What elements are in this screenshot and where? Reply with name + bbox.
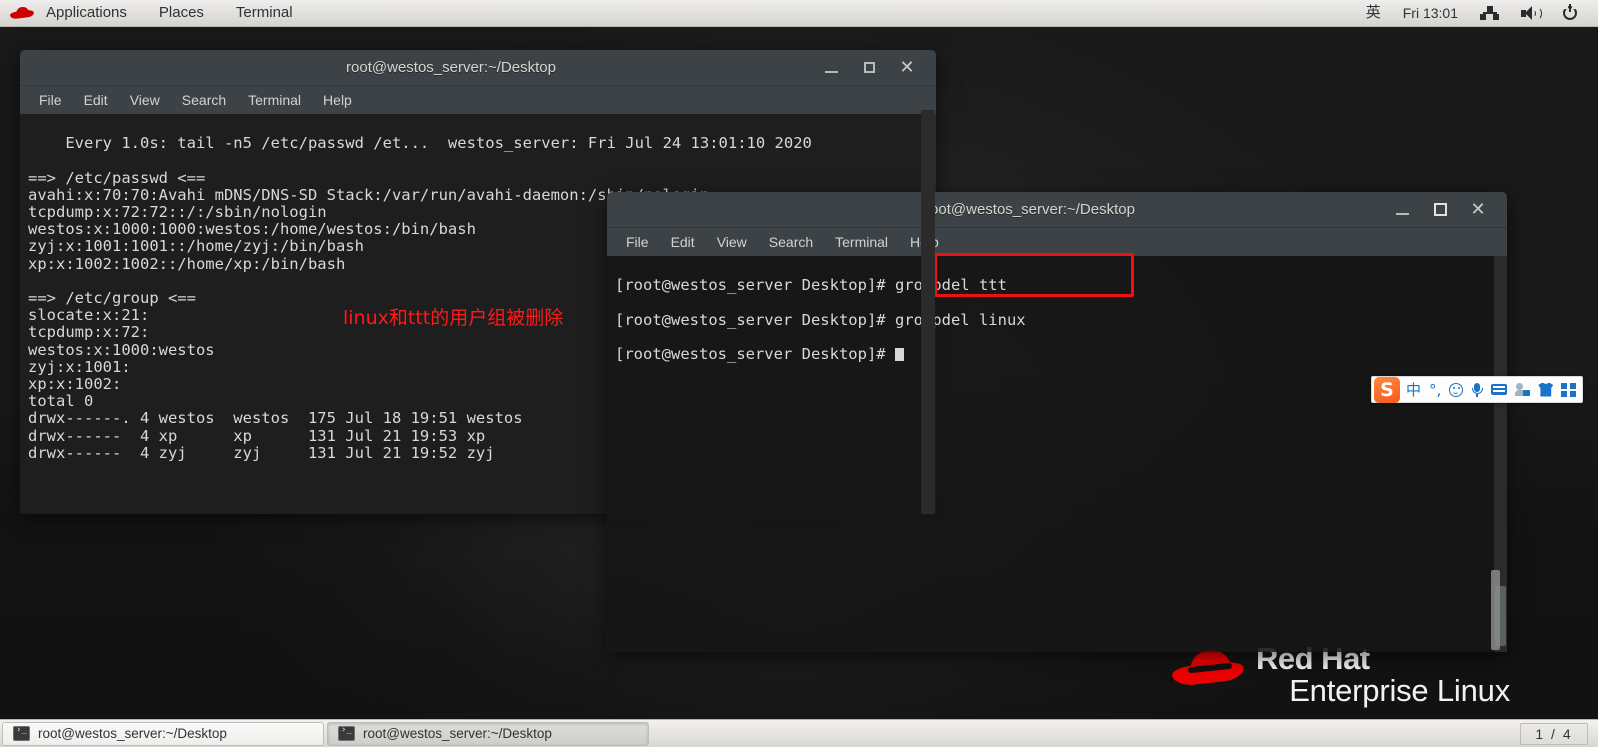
menu-view[interactable]: View: [706, 231, 758, 253]
skin-icon[interactable]: [1534, 382, 1557, 397]
soft-keyboard-icon[interactable]: [1487, 384, 1511, 395]
system-tray: 英 Fri 13:01: [1355, 0, 1598, 26]
workspace-pager[interactable]: 1 / 4: [1520, 722, 1588, 745]
volume-icon[interactable]: [1510, 5, 1552, 21]
sogou-logo-icon[interactable]: S: [1374, 376, 1400, 403]
window1-scroll-strip[interactable]: [921, 110, 935, 514]
terminal-line: [root@westos_server Desktop]# groupdel l…: [615, 310, 1501, 329]
terminal-icon: [338, 725, 355, 741]
menu-search[interactable]: Search: [758, 231, 824, 253]
menu-applications[interactable]: Applications: [30, 0, 143, 26]
menu-terminal[interactable]: Terminal: [237, 89, 312, 111]
terminal-line: [root@westos_server Desktop]# groupdel t…: [615, 277, 1501, 294]
maximize-button[interactable]: [1421, 196, 1459, 224]
taskbar-item-terminal-2[interactable]: root@westos_server:~/Desktop: [327, 721, 649, 746]
menu-file[interactable]: File: [28, 89, 73, 111]
brand-line-2: Enterprise Linux: [1289, 673, 1510, 708]
menu-help[interactable]: Help: [312, 89, 363, 111]
terminal-window-2[interactable]: root@westos_server:~/Desktop ✕ File Edit…: [607, 192, 1507, 652]
window2-menubar: File Edit View Search Terminal Help: [607, 228, 1507, 256]
window2-titlebar[interactable]: root@westos_server:~/Desktop ✕: [607, 192, 1507, 228]
minimize-button[interactable]: [1383, 196, 1421, 224]
close-button[interactable]: ✕: [1459, 196, 1497, 224]
tray-ime-indicator[interactable]: 英: [1355, 0, 1392, 26]
terminal-cursor: [894, 348, 904, 362]
taskbar-item-label: root@westos_server:~/Desktop: [363, 726, 552, 741]
menu-edit[interactable]: Edit: [73, 89, 119, 111]
taskbar-item-label: root@westos_server:~/Desktop: [38, 726, 227, 741]
shell-command: groupdel ttt: [894, 276, 1007, 295]
annotation-label: linux和ttt的用户组被删除: [343, 307, 564, 329]
punctuation-icon[interactable]: °,: [1425, 378, 1445, 402]
maximize-button[interactable]: [850, 54, 888, 82]
menu-file[interactable]: File: [615, 231, 660, 253]
terminal-icon: [13, 725, 30, 741]
voice-input-icon[interactable]: [1467, 382, 1487, 397]
top-panel: Applications Places Terminal 英 Fri 13:01: [0, 0, 1598, 27]
redhat-hat-icon: [9, 6, 35, 20]
tray-clock[interactable]: Fri 13:01: [1392, 0, 1469, 26]
terminal-line: [root@westos_server Desktop]#: [615, 345, 1501, 364]
shell-prompt: [root@westos_server Desktop]#: [615, 276, 895, 295]
menu-view[interactable]: View: [119, 89, 171, 111]
user-profile-icon[interactable]: [1511, 383, 1534, 396]
toolbox-icon[interactable]: [1557, 382, 1580, 397]
close-button[interactable]: ✕: [888, 54, 926, 82]
window1-title: root@westos_server:~/Desktop: [346, 59, 556, 76]
power-icon[interactable]: [1552, 4, 1590, 21]
shell-prompt: [root@westos_server Desktop]#: [615, 345, 895, 364]
shell-prompt: [root@westos_server Desktop]#: [615, 310, 895, 329]
window2-title: root@westos_server:~/Desktop: [925, 201, 1135, 218]
emoji-icon[interactable]: [1445, 382, 1467, 397]
ime-toolbar[interactable]: S 中 °,: [1371, 376, 1584, 403]
window1-titlebar[interactable]: root@westos_server:~/Desktop ✕: [20, 50, 936, 86]
minimize-button[interactable]: [812, 54, 850, 82]
menu-terminal[interactable]: Terminal: [824, 231, 899, 253]
menu-search[interactable]: Search: [171, 89, 237, 111]
window1-menubar: File Edit View Search Terminal Help: [20, 86, 936, 114]
network-icon[interactable]: [1469, 6, 1510, 20]
menu-edit[interactable]: Edit: [660, 231, 706, 253]
taskbar-item-terminal-1[interactable]: root@westos_server:~/Desktop: [2, 721, 324, 746]
window1-controls: ✕: [812, 54, 936, 82]
taskbar: root@westos_server:~/Desktop root@westos…: [0, 719, 1598, 747]
menu-terminal[interactable]: Terminal: [220, 0, 309, 26]
desktop-scroll-thumb[interactable]: [1491, 570, 1500, 650]
hat-brim: [9, 9, 35, 20]
window2-controls: ✕: [1383, 196, 1507, 224]
menu-places[interactable]: Places: [143, 0, 220, 26]
window2-terminal-output[interactable]: [root@westos_server Desktop]# groupdel t…: [607, 256, 1507, 652]
shell-command: groupdel linux: [894, 310, 1026, 329]
ime-mode-label[interactable]: 中: [1402, 378, 1425, 402]
